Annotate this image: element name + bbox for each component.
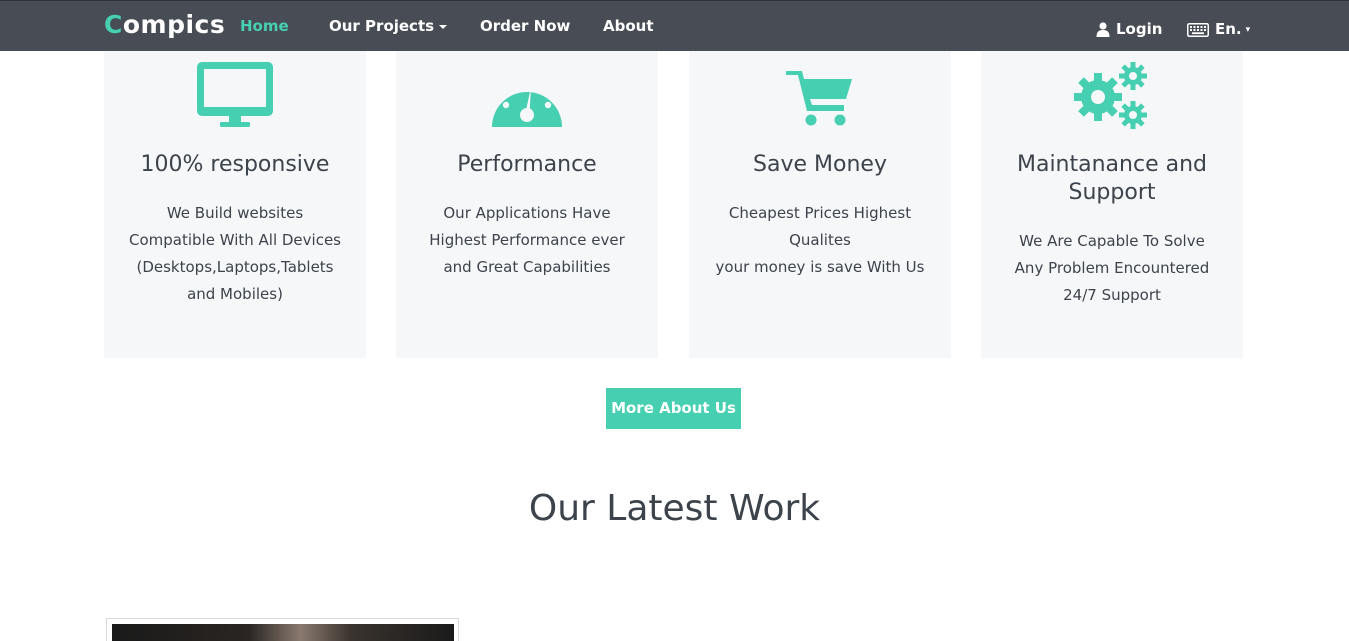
feature-title: Performance (457, 152, 597, 177)
feature-title: Save Money (753, 152, 887, 177)
feature-card-performance: Performance Our Applications Have Highes… (396, 51, 658, 358)
feature-description: Our Applications Have Highest Performanc… (429, 204, 625, 276)
nav-our-projects[interactable]: Our Projects (329, 17, 448, 35)
more-about-us-button[interactable]: More About Us (606, 388, 741, 429)
keyboard-icon (1187, 23, 1209, 37)
feature-title: 100% responsive (140, 152, 330, 177)
gears-icon (981, 61, 1243, 131)
work-thumbnail[interactable] (106, 618, 459, 641)
user-icon (1096, 22, 1110, 37)
nav-order-now[interactable]: Order Now (480, 17, 570, 35)
monitor-icon (104, 61, 366, 131)
top-navbar: Compics Home Our Projects Order Now Abou… (0, 0, 1349, 51)
latest-work-title: Our Latest Work (528, 488, 821, 529)
feature-card-save-money: Save Money Cheapest Prices Highest Quali… (689, 51, 951, 358)
nav-about[interactable]: About (603, 17, 654, 35)
feature-card-maintenance: Maintanance and Support We Are Capable T… (981, 51, 1243, 358)
speedometer-icon (396, 61, 658, 131)
login-label: Login (1116, 20, 1163, 38)
work-image (112, 624, 454, 641)
brand-logo[interactable]: Compics (104, 10, 225, 39)
brand-initial: C (104, 10, 123, 39)
feature-description: We Are Capable To Solve Any Problem Enco… (1014, 232, 1210, 304)
login-link[interactable]: Login (1096, 20, 1162, 38)
feature-card-responsive: 100% responsive We Build websites Compat… (104, 51, 366, 358)
feature-description: Cheapest Prices Highest Qualites your mo… (715, 204, 925, 276)
feature-title: Maintanance and Support (1016, 152, 1207, 205)
brand-name: ompics (122, 10, 226, 39)
caret-down-icon: ▾ (1245, 25, 1251, 35)
chevron-down-icon (439, 24, 448, 29)
shopping-cart-icon (689, 61, 951, 131)
nav-home[interactable]: Home (240, 17, 289, 35)
language-label: En. (1215, 20, 1242, 38)
feature-description: We Build websites Compatible With All De… (128, 204, 341, 303)
language-selector[interactable]: En. ▾ (1187, 20, 1250, 38)
